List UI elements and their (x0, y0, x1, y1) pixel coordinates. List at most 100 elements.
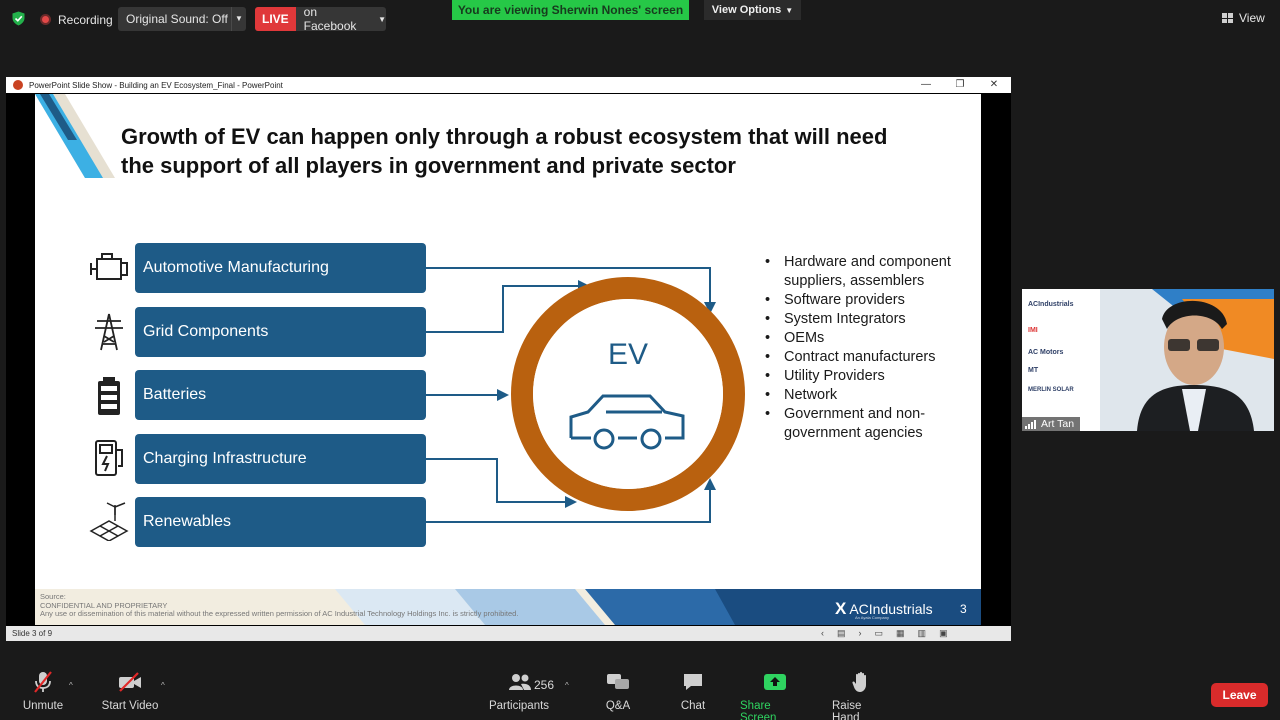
charger-icon (95, 440, 123, 476)
list-item: OEMs (765, 329, 975, 348)
meeting-toolbar: Unmute ^ Start Video ^ Participants 256 … (0, 668, 1280, 720)
original-sound-dropdown[interactable]: Original Sound: Off ▼ (118, 7, 246, 31)
restore-icon[interactable]: ❐ (943, 77, 977, 93)
slide-footer-text: Source: CONFIDENTIAL AND PROPRIETARY Any… (40, 592, 519, 619)
participants-count: 256 (534, 678, 555, 692)
chat-button[interactable]: Chat (677, 668, 709, 712)
gallery-grid-icon (1222, 13, 1233, 23)
view-button[interactable]: View (1222, 11, 1265, 25)
share-screen-button[interactable]: Share Screen (740, 668, 810, 720)
list-item: Hardware and component suppliers, assemb… (765, 253, 975, 291)
slideshow-controls: ‹ ▤ › ▭ ▦ ▥ ▣ (821, 628, 948, 639)
raise-hand-label: Raise Hand (832, 700, 862, 720)
live-stream-dropdown[interactable]: LIVE on Facebook ▼ (255, 5, 386, 33)
slideshow-view-icon[interactable]: ▣ (939, 628, 948, 639)
logo-merlin-solar: MERLIN SOLAR (1028, 387, 1074, 393)
ppt-status-bar: Slide 3 of 9 ‹ ▤ › ▭ ▦ ▥ ▣ (6, 626, 1011, 641)
category-charging-infrastructure: Charging Infrastructure (135, 434, 426, 484)
zoom-meeting-window: Recording Original Sound: Off ▼ LIVE on … (0, 0, 1280, 720)
logo-mt: MT (1028, 367, 1039, 374)
slide-sorter-icon[interactable]: ▦ (896, 628, 905, 639)
minimize-icon[interactable]: — (909, 77, 943, 93)
participant-name: Art Tan (1041, 418, 1075, 430)
live-destination: on Facebook (303, 5, 357, 33)
original-sound-label: Original Sound: Off (126, 12, 228, 26)
participants-label: Participants (488, 700, 550, 712)
slide-counter: Slide 3 of 9 (12, 629, 53, 638)
live-badge: LIVE (255, 7, 296, 31)
chat-bubble-icon (684, 674, 702, 690)
signal-strength-icon (1025, 419, 1036, 429)
participant-video-tile[interactable]: ACIndustrials IMI AC Motors MT MERLIN SO… (1022, 289, 1274, 431)
chevron-down-icon: ▼ (378, 14, 386, 24)
viewing-screen-banner: You are viewing Sherwin Nones' screen (452, 0, 689, 20)
recording-dot-icon (40, 14, 51, 25)
security-shield-icon[interactable] (11, 11, 26, 26)
ev-center-label: EV (607, 338, 649, 371)
close-icon[interactable]: ✕ (977, 77, 1011, 93)
chat-label: Chat (680, 700, 706, 712)
qa-label: Q&A (605, 700, 631, 712)
view-options-label: View Options (711, 4, 782, 16)
reading-view-icon[interactable]: ▥ (918, 628, 927, 639)
qa-button[interactable]: Q&A (602, 668, 634, 712)
ppt-window-title: PowerPoint Slide Show - Building an EV E… (29, 80, 283, 90)
participant-name-tag: Art Tan (1022, 417, 1081, 431)
category-batteries: Batteries (135, 370, 426, 420)
engine-icon (90, 253, 128, 280)
list-item: System Integrators (765, 310, 975, 329)
view-options-button[interactable]: View Options ▼ (704, 0, 801, 20)
share-screen-label: Share Screen (740, 700, 777, 720)
footer-notice: Any use or dissemination of this materia… (40, 609, 519, 618)
list-item: Contract manufacturers (765, 348, 975, 367)
chevron-down-icon: ▼ (785, 5, 794, 15)
view-label: View (1239, 11, 1265, 25)
list-item: Software providers (765, 291, 975, 310)
muted-microphone-icon (34, 671, 52, 693)
top-bar: Recording Original Sound: Off ▼ LIVE on … (0, 0, 1280, 38)
participants-chevron-up-icon[interactable]: ^ (565, 681, 569, 690)
video-options-chevron-up-icon[interactable]: ^ (161, 681, 165, 690)
acindustrials-logo: X ACIndustrials An Ayala Company (835, 599, 933, 620)
qa-icon (607, 674, 629, 689)
video-background (1022, 289, 1274, 431)
slide-canvas: Growth of EV can happen only through a r… (35, 94, 981, 625)
list-item: Utility Providers (765, 367, 975, 386)
ac-logo-mark-icon: X (835, 599, 847, 618)
next-slide-icon[interactable]: › (859, 628, 862, 639)
start-video-label: Start Video (101, 700, 159, 712)
normal-view-icon[interactable]: ▭ (875, 628, 884, 639)
shared-screen-powerpoint[interactable]: PowerPoint Slide Show - Building an EV E… (6, 77, 1011, 641)
leave-button[interactable]: Leave (1211, 683, 1268, 707)
category-automotive-manufacturing: Automotive Manufacturing (135, 243, 426, 293)
recording-indicator[interactable]: Recording (40, 12, 113, 27)
battery-icon (98, 377, 120, 415)
video-off-icon (119, 672, 141, 692)
share-screen-icon (764, 674, 786, 690)
category-renewables: Renewables (135, 497, 426, 547)
raise-hand-button[interactable]: Raise Hand (832, 668, 892, 720)
start-video-button[interactable]: Start Video (100, 668, 160, 712)
audio-options-chevron-up-icon[interactable]: ^ (69, 681, 73, 690)
window-controls: — ❐ ✕ (909, 77, 1011, 93)
powerpoint-app-icon (13, 80, 23, 90)
slide-menu-icon[interactable]: ▤ (837, 628, 846, 639)
logo-ac-motors: AC Motors (1028, 349, 1064, 356)
category-grid-components: Grid Components (135, 307, 426, 357)
list-item: Government and non-government agencies (765, 405, 975, 443)
solar-wind-icon (89, 502, 129, 541)
unmute-label: Unmute (22, 700, 64, 712)
participants-icon (509, 674, 531, 690)
chevron-down-icon[interactable]: ▼ (231, 7, 246, 31)
brand-tagline: An Ayala Company (855, 615, 889, 620)
recording-label: Recording (58, 12, 113, 27)
raise-hand-icon (852, 671, 866, 692)
slide-page-number: 3 (960, 602, 967, 616)
logo-acindustrials: ACIndustrials (1028, 301, 1074, 308)
power-tower-icon (95, 313, 123, 351)
ecosystem-players-list: Hardware and component suppliers, assemb… (765, 253, 975, 443)
list-item: Network (765, 386, 975, 405)
logo-imi: IMI (1028, 327, 1038, 334)
unmute-button[interactable]: Unmute (22, 668, 64, 712)
previous-slide-icon[interactable]: ‹ (821, 628, 824, 639)
